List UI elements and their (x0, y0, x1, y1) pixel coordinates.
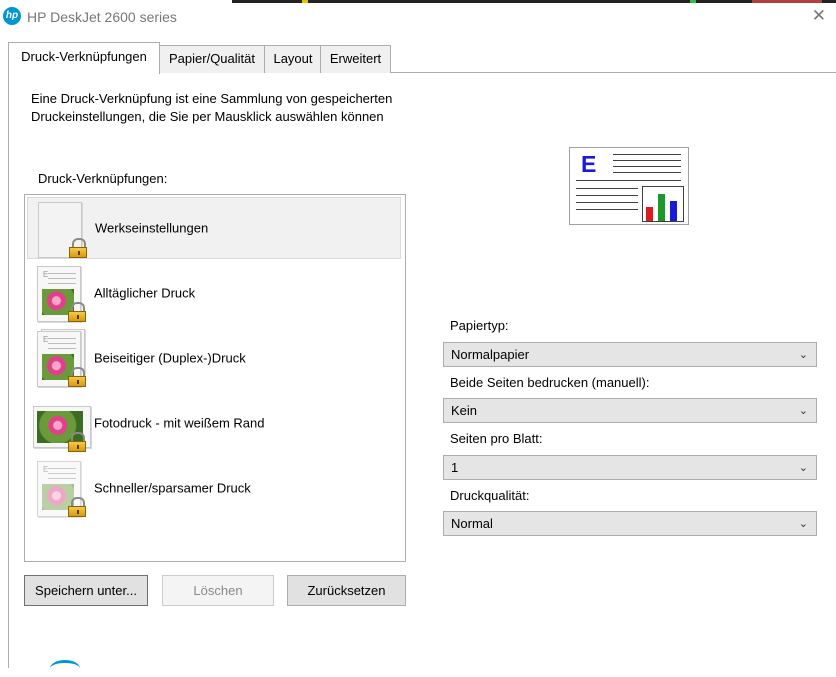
pages-per-sheet-value: 1 (451, 460, 459, 475)
hp-partial-logo-icon (50, 660, 80, 677)
print-quality-value: Normal (451, 516, 493, 531)
tab-erweitert[interactable]: Erweitert (320, 45, 391, 73)
duplex-label: Beide Seiten bedrucken (manuell): (450, 375, 650, 390)
lock-icon (67, 302, 87, 322)
shortcut-item-schneller-druck[interactable]: E Schneller/sparsamer Druck (27, 457, 401, 519)
save-as-button[interactable]: Speichern unter... (24, 575, 148, 606)
document-photo-icon: E (37, 266, 86, 322)
lock-icon (67, 497, 87, 517)
duplex-document-icon: E (37, 329, 86, 387)
economy-document-icon: E (37, 461, 86, 517)
photo-print-icon (33, 396, 91, 452)
pages-per-sheet-select[interactable]: 1 ⌄ (443, 455, 817, 480)
shortcut-item-fotodruck[interactable]: Fotodruck - mit weißem Rand (27, 392, 401, 454)
lock-icon (68, 238, 88, 258)
chevron-down-icon: ⌄ (798, 518, 808, 530)
chevron-down-icon: ⌄ (798, 349, 808, 361)
delete-button[interactable]: Löschen (162, 575, 274, 606)
duplex-select[interactable]: Kein ⌄ (443, 398, 817, 423)
print-preview-image: E (569, 147, 689, 225)
paper-type-label: Papiertyp: (450, 318, 509, 333)
background-window-strip (232, 0, 836, 3)
tab-papier-qualitaet[interactable]: Papier/Qualität (158, 45, 266, 73)
shortcut-list[interactable]: Werkseinstellungen E Alltäglicher Druck … (24, 194, 406, 562)
shortcut-item-alltaeglicher-druck[interactable]: E Alltäglicher Druck (27, 262, 401, 324)
shortcut-item-label: Werkseinstellungen (95, 220, 209, 236)
shortcut-item-label: Fotodruck - mit weißem Rand (94, 415, 265, 431)
reset-button[interactable]: Zurücksetzen (287, 575, 406, 606)
print-quality-select[interactable]: Normal ⌄ (443, 511, 817, 536)
preview-chart (642, 186, 684, 222)
preview-bar-blue (670, 201, 677, 221)
window-title: HP DeskJet 2600 series (27, 9, 177, 25)
preview-bar-green (658, 194, 665, 221)
paper-type-select[interactable]: Normalpapier ⌄ (443, 342, 817, 367)
shortcut-description: Eine Druck-Verknüpfung ist eine Sammlung… (31, 91, 393, 124)
close-icon[interactable]: ✕ (812, 6, 826, 26)
shortcuts-list-label: Druck-Verknüpfungen: (38, 171, 168, 186)
blank-page-icon (38, 202, 87, 258)
shortcut-item-duplex-druck[interactable]: E Beiseitiger (Duplex-)Druck (27, 327, 401, 389)
lock-icon (67, 367, 87, 387)
shortcut-item-label: Beiseitiger (Duplex-)Druck (94, 350, 246, 366)
title-bar: hp HP DeskJet 2600 series ✕ (0, 0, 836, 36)
pages-per-sheet-label: Seiten pro Blatt: (450, 431, 543, 446)
preview-letter: E (581, 151, 597, 177)
duplex-value: Kein (451, 403, 478, 418)
lock-icon (67, 432, 87, 452)
paper-type-value: Normalpapier (451, 347, 530, 362)
tab-layout[interactable]: Layout (264, 45, 322, 73)
shortcut-item-label: Alltäglicher Druck (94, 285, 196, 301)
chevron-down-icon: ⌄ (798, 405, 808, 417)
tab-druck-verknuepfungen[interactable]: Druck-Verknüpfungen (8, 42, 160, 74)
shortcut-item-label: Schneller/sparsamer Druck (94, 480, 251, 496)
chevron-down-icon: ⌄ (798, 462, 808, 474)
shortcut-item-werkseinstellungen[interactable]: Werkseinstellungen (27, 197, 401, 259)
preview-bar-red (646, 207, 653, 221)
print-quality-label: Druckqualität: (450, 488, 530, 503)
hp-logo-icon: hp (3, 7, 21, 25)
